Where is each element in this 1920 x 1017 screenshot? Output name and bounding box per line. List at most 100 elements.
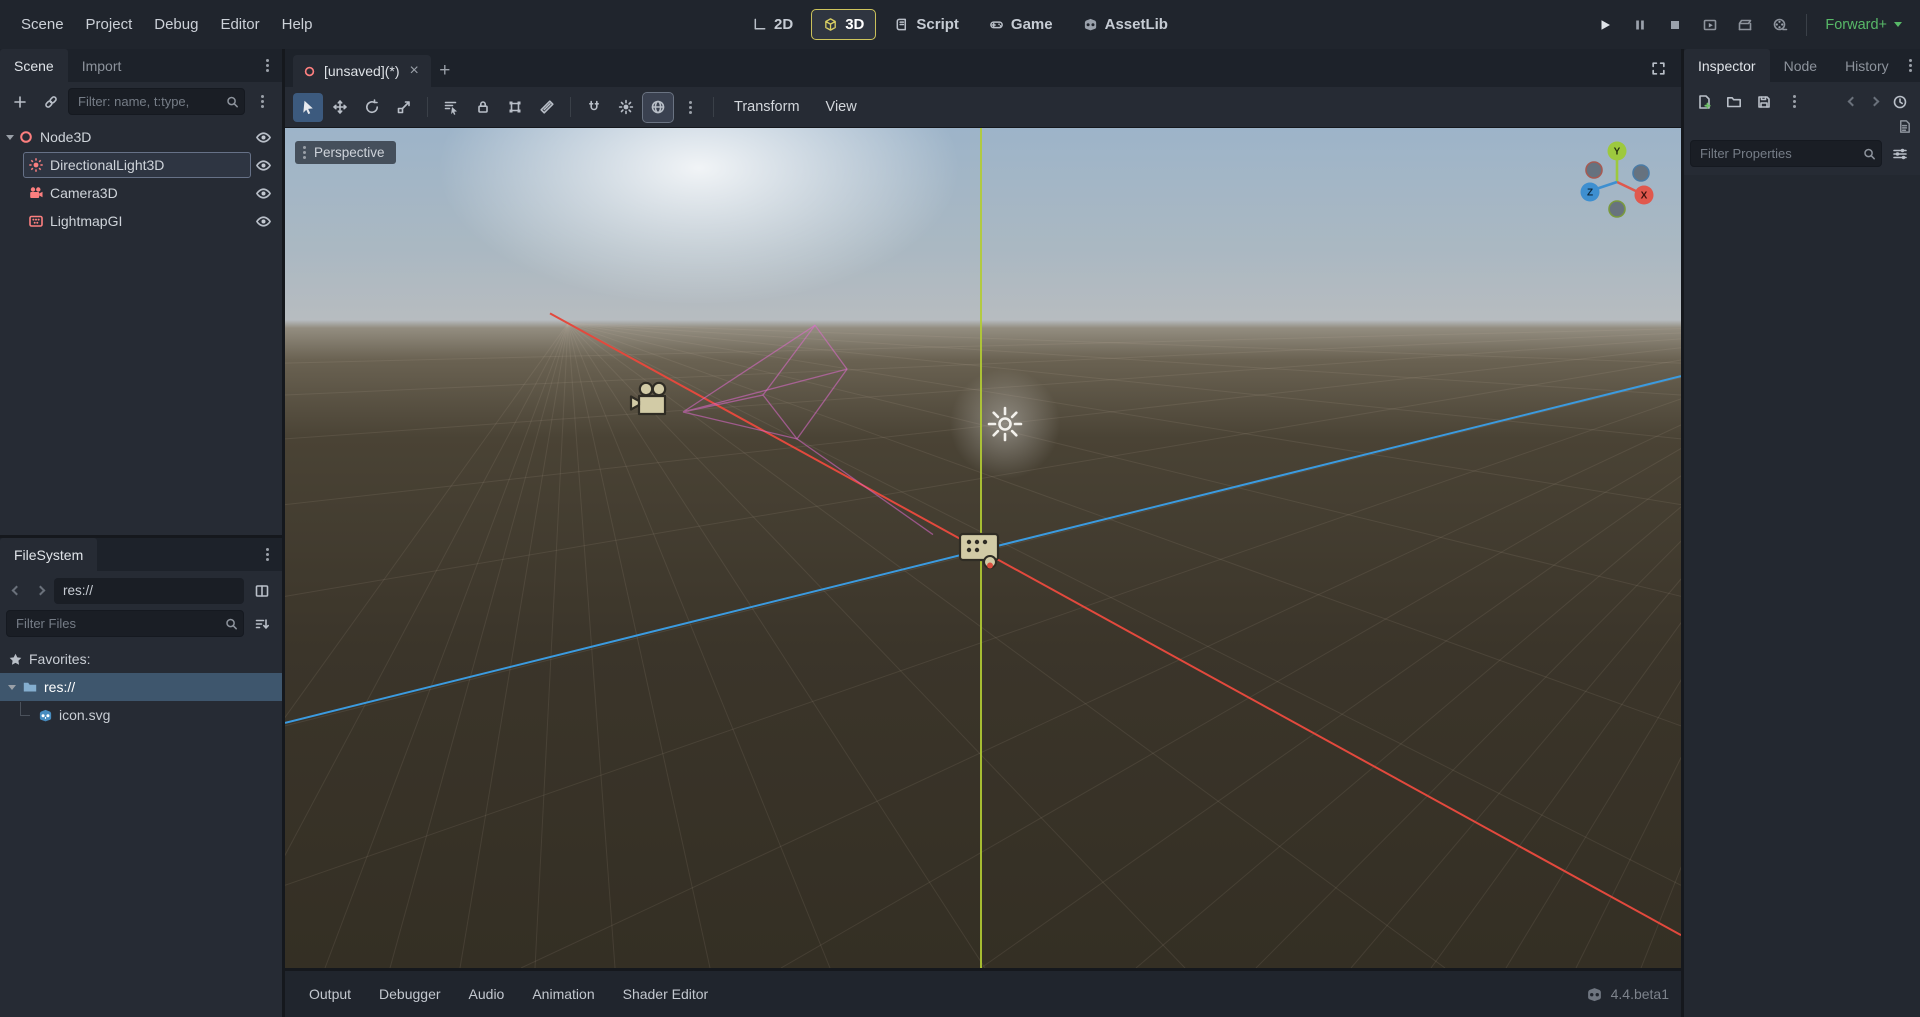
debugger-panel-button[interactable]: Debugger xyxy=(367,979,453,1009)
visibility-eye-icon[interactable] xyxy=(250,125,276,149)
workspace-script-button[interactable]: Script xyxy=(883,10,970,39)
output-panel-button[interactable]: Output xyxy=(297,979,363,1009)
viewport-more-options-button[interactable] xyxy=(675,93,705,122)
current-path[interactable]: res:// xyxy=(54,578,244,604)
workspace-assetlib-button[interactable]: AssetLib xyxy=(1072,10,1179,39)
expander-icon[interactable] xyxy=(8,685,16,690)
tree-row-camera3d[interactable]: Camera3D xyxy=(0,179,282,207)
godot-file-icon xyxy=(38,708,53,723)
menu-debug[interactable]: Debug xyxy=(143,9,209,40)
tab-inspector[interactable]: Inspector xyxy=(1684,49,1770,82)
filter-files-input[interactable] xyxy=(6,610,244,637)
tree-row-lightmapgi[interactable]: LightmapGI xyxy=(0,207,282,235)
visibility-eye-icon[interactable] xyxy=(250,181,276,205)
save-resource-button[interactable] xyxy=(1750,88,1778,115)
menu-scene[interactable]: Scene xyxy=(10,9,75,40)
add-node-button[interactable] xyxy=(6,88,34,115)
animation-panel-button[interactable]: Animation xyxy=(520,979,606,1009)
visibility-eye-icon[interactable] xyxy=(250,209,276,233)
preview-sunlight-button[interactable] xyxy=(611,93,641,122)
load-resource-button[interactable] xyxy=(1720,88,1748,115)
play-scene-button[interactable] xyxy=(1694,10,1726,40)
perspective-label: Perspective xyxy=(314,145,385,160)
object-history-button[interactable] xyxy=(1886,88,1914,115)
instantiate-scene-button[interactable] xyxy=(37,88,65,115)
directionallight3d-gizmo-icon[interactable] xyxy=(985,404,1025,444)
tree-row-directionallight3d[interactable]: DirectionalLight3D xyxy=(0,151,282,179)
perspective-menu[interactable]: Perspective xyxy=(295,141,396,164)
toggle-split-mode-button[interactable] xyxy=(248,577,276,604)
rotate-tool-button[interactable] xyxy=(357,93,387,122)
renderer-selector[interactable]: Forward+ xyxy=(1817,13,1910,37)
group-nodes-button[interactable] xyxy=(500,93,530,122)
scene-filter-input[interactable] xyxy=(68,88,245,115)
nav-forward-button[interactable] xyxy=(30,579,50,603)
audio-panel-button[interactable]: Audio xyxy=(457,979,517,1009)
favorites-row[interactable]: Favorites: xyxy=(0,645,282,673)
pause-button[interactable] xyxy=(1624,10,1656,40)
run-bar-separator xyxy=(1806,14,1807,36)
close-icon[interactable]: × xyxy=(407,63,420,79)
lock-node-button[interactable] xyxy=(468,93,498,122)
workspace-2d-label: 2D xyxy=(774,16,793,33)
scene-tab-unsaved[interactable]: [unsaved](*) × xyxy=(293,55,431,87)
folder-icon xyxy=(22,679,38,695)
new-scene-tab-button[interactable]: + xyxy=(431,55,459,87)
tab-history[interactable]: History xyxy=(1831,49,1903,82)
scale-tool-button[interactable] xyxy=(389,93,419,122)
scene-tree: Node3D DirectionalLight3D xyxy=(0,121,282,535)
history-forward-button[interactable] xyxy=(1864,90,1884,114)
res-folder-row[interactable]: res:// xyxy=(0,673,282,701)
node-label: LightmapGI xyxy=(50,213,122,229)
search-icon xyxy=(224,616,239,631)
filesystem-dock-menu-button[interactable] xyxy=(254,538,280,571)
play-custom-scene-button[interactable] xyxy=(1729,10,1761,40)
filter-properties-input[interactable] xyxy=(1690,140,1882,167)
folder-label: res:// xyxy=(44,679,75,695)
workspace-2d-button[interactable]: 2D xyxy=(741,10,804,39)
visibility-eye-icon[interactable] xyxy=(250,153,276,177)
scene-tree-menu-button[interactable] xyxy=(248,88,276,115)
selectable-nodes-list-button[interactable] xyxy=(436,93,466,122)
ruler-tool-button[interactable] xyxy=(532,93,562,122)
lightmapgi-gizmo-icon[interactable] xyxy=(957,530,1003,572)
scene-dock-menu-button[interactable] xyxy=(254,49,280,82)
transform-menu[interactable]: Transform xyxy=(722,93,812,121)
history-back-button[interactable] xyxy=(1842,90,1862,114)
view-menu[interactable]: View xyxy=(814,93,869,121)
nav-back-button[interactable] xyxy=(6,579,26,603)
inspector-dock-menu-button[interactable] xyxy=(1903,49,1918,82)
new-resource-button[interactable] xyxy=(1690,88,1718,115)
stop-button[interactable] xyxy=(1659,10,1691,40)
menu-help[interactable]: Help xyxy=(271,9,324,40)
3d-viewport[interactable]: Perspective xyxy=(285,128,1681,968)
tab-import[interactable]: Import xyxy=(68,49,136,82)
camera3d-gizmo-icon[interactable] xyxy=(628,380,674,422)
move-tool-button[interactable] xyxy=(325,93,355,122)
axis-y-label: Y xyxy=(1614,147,1621,158)
menu-editor[interactable]: Editor xyxy=(209,9,270,40)
open-docs-icon[interactable] xyxy=(1897,119,1912,134)
file-sort-button[interactable] xyxy=(248,610,276,637)
axis-gizmo[interactable]: Y X Z xyxy=(1569,136,1665,232)
movie-maker-button[interactable] xyxy=(1764,10,1796,40)
property-display-options-button[interactable] xyxy=(1886,140,1914,167)
godot-editor-window: Scene Project Debug Editor Help 2D 3D xyxy=(0,0,1920,1017)
play-button[interactable] xyxy=(1589,10,1621,40)
workspace-assetlib-label: AssetLib xyxy=(1105,16,1168,33)
preview-environment-button[interactable] xyxy=(643,93,673,122)
workspace-game-button[interactable]: Game xyxy=(978,10,1064,39)
resource-options-button[interactable] xyxy=(1780,88,1808,115)
tab-filesystem[interactable]: FileSystem xyxy=(0,538,97,571)
icon-svg-row[interactable]: icon.svg xyxy=(0,701,282,729)
shader-editor-panel-button[interactable]: Shader Editor xyxy=(611,979,721,1009)
select-tool-button[interactable] xyxy=(293,93,323,122)
tab-node[interactable]: Node xyxy=(1770,49,1831,82)
tree-row-node3d[interactable]: Node3D xyxy=(0,123,282,151)
workspace-3d-button[interactable]: 3D xyxy=(812,10,875,39)
distraction-free-button[interactable] xyxy=(1643,53,1673,83)
snap-toggle-button[interactable] xyxy=(579,93,609,122)
expander-icon[interactable] xyxy=(6,135,14,140)
tab-scene[interactable]: Scene xyxy=(0,49,68,82)
menu-project[interactable]: Project xyxy=(75,9,144,40)
